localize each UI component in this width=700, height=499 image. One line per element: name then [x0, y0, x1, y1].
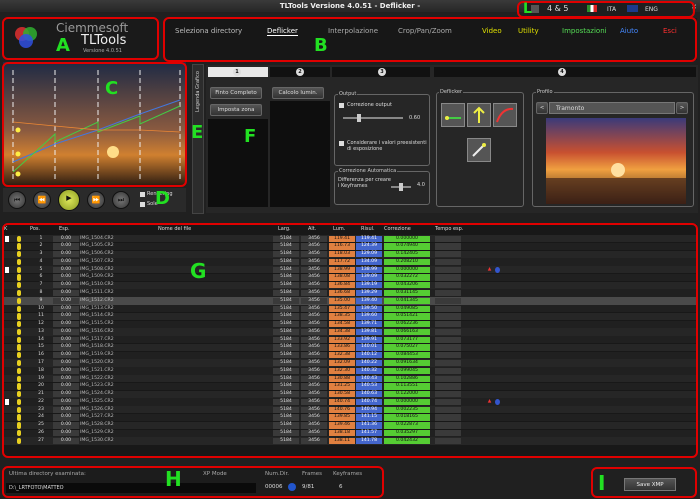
considerare-label: Considerare i valori preesistenti di esp…	[347, 140, 427, 152]
profilo-preview-image	[546, 118, 686, 204]
profilo-label: Profilo	[536, 89, 554, 95]
finto-completo-button[interactable]: Finto Completo	[210, 87, 262, 99]
curve-icon	[496, 107, 514, 123]
annotation-letter-d: D	[155, 188, 170, 209]
differenza-label: Differenza per creare i Keyframes	[338, 177, 391, 189]
annotation-box-g	[2, 223, 698, 458]
magic-wand-button[interactable]	[467, 138, 491, 162]
considerare-checkbox[interactable]	[339, 141, 344, 146]
arrow-up-icon	[473, 106, 485, 123]
annotation-letter-a: A	[56, 35, 70, 56]
last-frame-button[interactable]: ⏭	[112, 191, 130, 209]
annotation-box-b	[163, 17, 697, 62]
magic-wand-icon	[472, 143, 486, 157]
sunset-thumbnail	[546, 118, 686, 204]
calcolo-luminanza-button[interactable]: Calcolo lumin.	[272, 87, 324, 99]
step-1-number: 1	[233, 68, 241, 76]
profilo-next-button[interactable]: >	[676, 102, 688, 114]
window-title: TLTools Versione 4.0.51 - Deflicker -	[279, 2, 421, 10]
annotation-letter-b: B	[314, 35, 328, 56]
sole-checkbox[interactable]	[140, 202, 145, 207]
rewind-button[interactable]: ⏪	[33, 191, 51, 209]
annotation-box-l	[517, 1, 695, 18]
annotation-letter-g: G	[190, 259, 207, 283]
deflicker-mode-up-button[interactable]	[467, 103, 491, 127]
annotation-letter-f: F	[244, 126, 257, 147]
fast-forward-button[interactable]: ⏩	[87, 191, 105, 209]
output-value: 0.60	[409, 115, 421, 121]
annotation-letter-h: H	[165, 467, 182, 491]
steps-panel: 1 2 3 4 Finto Completo Imposta zona Calc…	[206, 65, 698, 213]
output-label: Output	[338, 91, 358, 97]
flat-curve-icon	[445, 116, 461, 120]
annotation-box-i	[591, 467, 697, 498]
tltools-window: TLTools Versione 4.0.51 - Deflicker - _ …	[0, 0, 700, 499]
correzione-output-checkbox[interactable]	[339, 103, 344, 108]
annotation-box-c	[2, 62, 187, 187]
annotation-box-a	[2, 17, 159, 60]
output-slider[interactable]	[343, 117, 403, 119]
deflicker-mode-curve-button[interactable]	[493, 103, 517, 127]
profilo-prev-button[interactable]: <	[536, 102, 548, 114]
differenza-value: 4.0	[417, 182, 425, 188]
step-2-area	[270, 101, 330, 207]
deflicker-label: Deflicker	[439, 89, 464, 95]
play-button[interactable]: ▶	[58, 189, 80, 211]
step-3-number: 3	[378, 68, 386, 76]
first-frame-button[interactable]: ⏮	[8, 191, 26, 209]
annotation-letter-e: E	[191, 122, 204, 143]
profilo-select[interactable]: Tramonto	[549, 102, 675, 114]
correzione-output-label: Correzione output	[347, 102, 392, 108]
imposta-zona-button[interactable]: Imposta zona	[210, 104, 262, 116]
step-1-area	[208, 119, 268, 207]
annotation-box-h	[2, 466, 384, 498]
annotation-letter-i: I	[598, 471, 606, 495]
deflicker-mode-flat-button[interactable]	[441, 103, 465, 127]
graph-legend-label: Legenda Grafico	[195, 71, 201, 112]
annotation-letter-c: C	[105, 78, 119, 99]
differenza-slider-handle[interactable]	[399, 183, 403, 191]
output-slider-handle[interactable]	[357, 114, 361, 122]
step-2-number: 2	[296, 68, 304, 76]
correzione-automatica-label: Correzione Automatica	[338, 168, 398, 174]
rendering-checkbox[interactable]	[140, 192, 145, 197]
step-4-number: 4	[558, 68, 566, 76]
annotation-letter-l: L	[523, 1, 532, 17]
